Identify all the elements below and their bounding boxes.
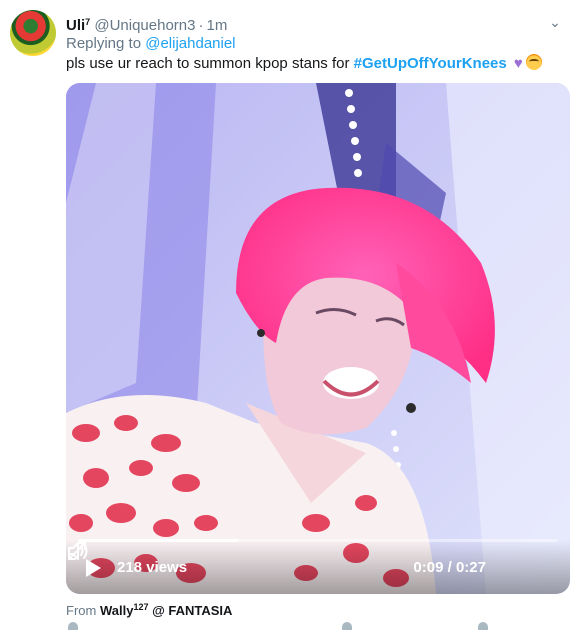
like-icon[interactable] xyxy=(342,622,352,630)
tweet-header: Uli7 @Uniquehorn3 · 1m xyxy=(66,12,227,36)
video-frame xyxy=(66,83,570,594)
timestamp[interactable]: 1m xyxy=(207,17,228,34)
display-name-superscript: 7 xyxy=(85,17,91,27)
attribution-prefix: From xyxy=(66,603,97,618)
current-time: 0:09 xyxy=(413,559,444,576)
reply-icon[interactable] xyxy=(68,622,78,630)
duration: 0:27 xyxy=(455,559,486,576)
video-controls: 218 views 0:09 / 0:27 xyxy=(66,540,570,594)
replying-prefix: Replying to xyxy=(66,35,142,52)
media-attribution: From Wally127 @ FANTASIA xyxy=(66,599,232,619)
reply-mention-link[interactable]: @elijahdaniel xyxy=(145,35,235,52)
hashtag-link[interactable]: #GetUpOffYourKnees xyxy=(354,55,507,72)
video-progress-bar[interactable] xyxy=(78,539,558,542)
fullscreen-icon[interactable] xyxy=(66,540,88,562)
share-icon[interactable] xyxy=(478,622,488,630)
purple-heart-icon: ♥ xyxy=(513,55,523,72)
video-progress-fill xyxy=(78,539,238,542)
separator-dot: · xyxy=(198,17,204,34)
heart-eyes-face-icon xyxy=(525,54,542,70)
replying-to: Replying to @elijahdaniel xyxy=(66,34,236,54)
display-name[interactable]: Uli7 xyxy=(66,17,90,34)
time-separator: / xyxy=(443,559,456,576)
video-timecode: 0:09 / 0:27 xyxy=(413,559,486,577)
handle[interactable]: @Uniquehorn3 xyxy=(94,17,195,34)
tweet-actions-partial xyxy=(66,622,488,630)
view-count: 218 views xyxy=(117,559,188,576)
tweet[interactable]: Uli7 @Uniquehorn3 · 1m ⌄ Replying to @elij… xyxy=(0,0,584,630)
tweet-text: pls use ur reach to summon kpop stans fo… xyxy=(66,54,542,74)
tweet-body: pls use ur reach to summon kpop stans fo… xyxy=(66,55,350,72)
more-options-icon[interactable]: ⌄ xyxy=(546,13,564,31)
attribution-source-link[interactable]: Wally127 @ FANTASIA xyxy=(100,602,232,618)
video-player[interactable]: 218 views 0:09 / 0:27 xyxy=(66,83,570,594)
avatar[interactable] xyxy=(10,10,56,56)
